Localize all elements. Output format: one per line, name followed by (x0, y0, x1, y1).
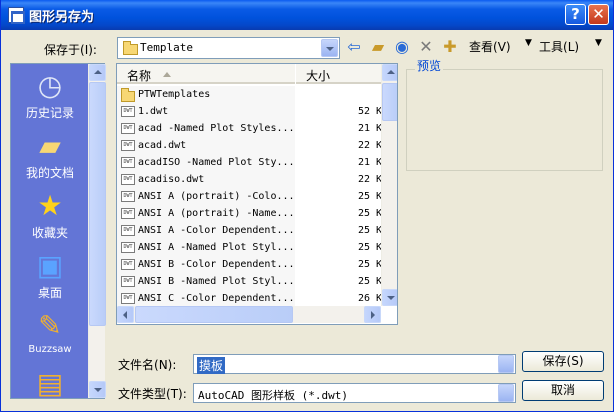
search-web-icon[interactable]: ◉ (393, 38, 411, 56)
buzzsaw-icon: ✎ (38, 309, 62, 342)
filename-input[interactable]: 摸板 (193, 354, 516, 374)
chevron-down-icon[interactable] (321, 39, 338, 57)
dwt-file-icon: DWT (121, 242, 135, 253)
window-title: 图形另存为 (29, 10, 95, 25)
ftp-folder-icon: ▤ (36, 367, 64, 400)
dwt-file-icon: DWT (121, 208, 135, 219)
place-more[interactable]: ▤ (11, 368, 89, 402)
tools-dropdown-icon[interactable]: ▼ (595, 38, 602, 48)
folder-icon (123, 41, 138, 55)
preview-label: 预览 (415, 57, 444, 74)
close-button[interactable]: ✕ (588, 4, 609, 25)
place-desktop[interactable]: ▣ 桌面 (11, 250, 89, 301)
list-item[interactable]: DWT ANSI A (portrait) -Colo... 25 K (121, 188, 391, 205)
place-my-documents[interactable]: ▰ 我的文档 (11, 130, 89, 181)
column-header-size[interactable]: 大小 (296, 64, 382, 84)
places-bar: ◷ 历史记录 ▰ 我的文档 ★ 收藏夹 ▣ 桌面 ✎ Buzzsaw ▤ (10, 63, 106, 402)
place-buzzsaw[interactable]: ✎ Buzzsaw (11, 309, 89, 356)
dwt-file-icon: DWT (121, 225, 135, 236)
list-item[interactable]: DWT ANSI A -Named Plot Styl... 25 K (121, 239, 391, 256)
scroll-up-button[interactable] (382, 64, 397, 81)
filetype-value: AutoCAD 图形样板 (*.dwt) (198, 389, 348, 402)
my-documents-icon: ▰ (39, 129, 61, 162)
file-list-vscrollbar[interactable] (381, 64, 397, 306)
list-item[interactable]: DWT acad -Named Plot Styles... 21 K (121, 120, 391, 137)
delete-icon[interactable]: ✕ (417, 38, 435, 56)
filetype-label: 文件类型(T): (118, 387, 187, 401)
list-item[interactable]: DWT ANSI A -Color Dependent... 25 K (121, 222, 391, 239)
column-header-name[interactable]: 名称 (117, 64, 295, 84)
dwt-file-icon: DWT (121, 123, 135, 134)
view-dropdown-icon[interactable]: ▼ (525, 38, 532, 48)
dwt-file-icon: DWT (121, 191, 135, 202)
dwt-file-icon: DWT (121, 174, 135, 185)
scroll-up-button[interactable] (89, 64, 106, 81)
preview-box (406, 69, 603, 171)
dwt-file-icon: DWT (121, 259, 135, 270)
scroll-right-button[interactable] (364, 306, 381, 323)
dwt-file-icon: DWT (121, 293, 135, 304)
scroll-down-button[interactable] (89, 381, 106, 398)
history-icon: ◷ (37, 69, 63, 102)
hscroll-thumb[interactable] (135, 306, 293, 323)
save-in-combo[interactable]: Template (117, 37, 340, 59)
list-item[interactable]: DWT acad.dwt 22 K (121, 137, 391, 154)
up-folder-icon[interactable]: ▰ (369, 38, 387, 56)
title-bar[interactable]: 图形另存为 ? ✕ (1, 0, 613, 30)
list-item[interactable]: DWT acadiso.dwt 22 K (121, 171, 391, 188)
app-icon (8, 7, 25, 24)
save-in-value: Template (140, 41, 193, 54)
list-item[interactable]: PTWTemplates (121, 86, 391, 103)
sort-up-icon (163, 72, 171, 77)
places-scrollbar[interactable] (88, 64, 106, 398)
dwt-file-icon: DWT (121, 140, 135, 151)
list-item[interactable]: DWT ANSI B -Color Dependent... 25 K (121, 256, 391, 273)
list-item[interactable]: DWT acadISO -Named Plot Sty... 21 K (121, 154, 391, 171)
filename-value: 摸板 (197, 357, 226, 374)
filename-label: 文件名(N): (118, 358, 177, 372)
filetype-select[interactable]: AutoCAD 图形样板 (*.dwt) (193, 383, 516, 403)
desktop-icon: ▣ (36, 249, 64, 282)
save-in-label: 保存于(I): (44, 43, 97, 57)
view-menu[interactable]: 查看(V) (469, 38, 511, 55)
place-history[interactable]: ◷ 历史记录 (11, 70, 89, 121)
list-item[interactable]: DWT ANSI A (portrait) -Name... 25 K (121, 205, 391, 222)
dwt-file-icon: DWT (121, 276, 135, 287)
dwt-file-icon: DWT (121, 157, 135, 168)
scroll-left-button[interactable] (117, 306, 134, 323)
cancel-button[interactable]: 取消 (522, 380, 604, 401)
favorites-star-icon: ★ (37, 189, 63, 222)
list-item[interactable]: DWT 1.dwt 52 K (121, 103, 391, 120)
scroll-down-button[interactable] (382, 289, 397, 306)
save-as-dialog: 图形另存为 ? ✕ 保存于(I): Template ⇦ ▰ ◉ ✕ ✚ 查看(… (0, 0, 614, 412)
list-item[interactable]: DWT ANSI B -Named Plot Styl... 25 K (121, 273, 391, 290)
scroll-thumb[interactable] (382, 83, 397, 121)
dwt-file-icon: DWT (121, 106, 135, 117)
folder-icon (121, 88, 135, 102)
new-folder-icon[interactable]: ✚ (441, 38, 459, 56)
chevron-down-icon[interactable] (498, 355, 514, 373)
save-button[interactable]: 保存(S) (522, 351, 604, 372)
chevron-down-icon[interactable] (498, 384, 514, 402)
place-favorites[interactable]: ★ 收藏夹 (11, 190, 89, 241)
tools-menu[interactable]: 工具(L) (539, 38, 579, 55)
help-button[interactable]: ? (565, 4, 586, 25)
file-list[interactable]: 名称 大小 PTWTemplates DWT 1.dwt 52 K DWT ac… (116, 63, 398, 325)
back-arrow-icon[interactable]: ⇦ (345, 38, 363, 56)
scroll-thumb[interactable] (89, 82, 106, 326)
list-item[interactable]: DWT ANSI C -Color Dependent... 26 K (121, 290, 391, 307)
file-list-hscrollbar[interactable] (117, 306, 381, 323)
